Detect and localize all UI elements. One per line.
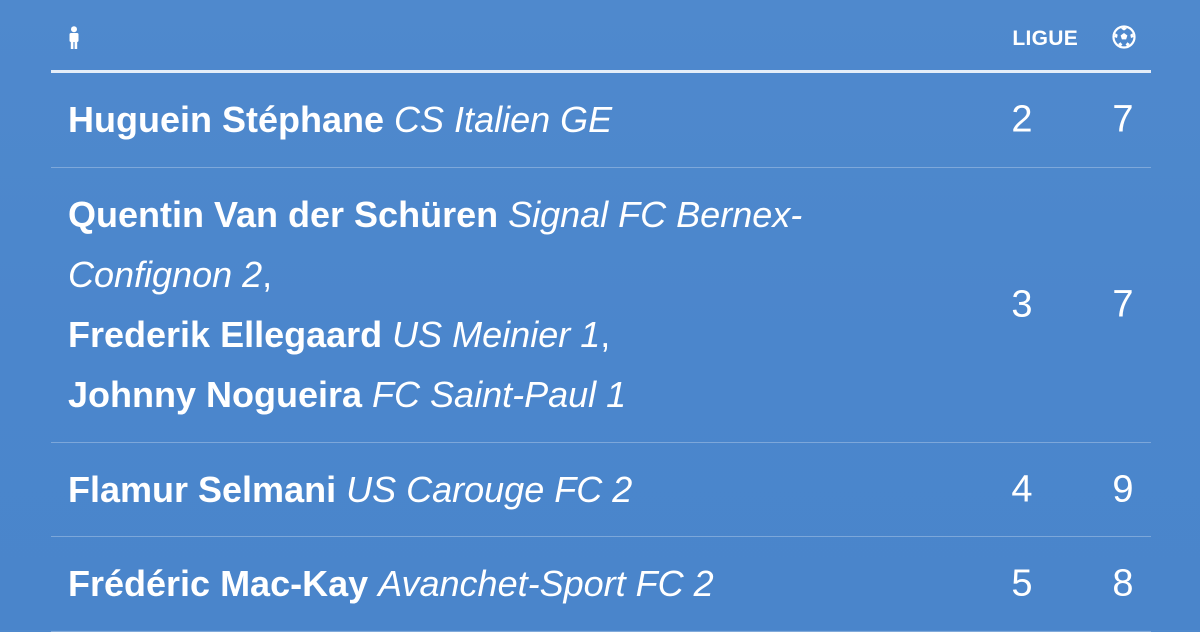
table-row: Frédéric Mac-Kay Avanchet-Sport FC 2 5 8	[51, 537, 1151, 632]
ligue-value: 3	[1011, 283, 1033, 326]
player-name: Huguein Stéphane	[68, 99, 385, 140]
player-club: US Meinier 1	[392, 314, 601, 355]
player-name: Flamur Selmani	[68, 468, 337, 510]
player-entry: Johnny Nogueira FC Saint-Paul 1	[68, 365, 888, 425]
ligue-value: 2	[1011, 98, 1033, 141]
goals-value: 7	[1112, 98, 1134, 141]
player-club: FC Saint-Paul 1	[372, 374, 627, 415]
player-name: Frederik Ellegaard	[68, 314, 383, 355]
entry-separator: ,	[600, 314, 611, 355]
table-body: Huguein Stéphane CS Italien GE 2 7 Quentin …	[51, 73, 1151, 632]
soccer-ball-icon	[1112, 25, 1136, 49]
players-cell: Flamur Selmani US Carouge FC 2	[51, 460, 888, 520]
player-name: Quentin Van der Schüren	[68, 194, 499, 235]
table-row: Flamur Selmani US Carouge FC 2 4 9	[51, 443, 1151, 537]
scorers-table: LIGUE Huguein Stéphane CS Italien GE 2 7 Qu…	[51, 0, 1151, 632]
ligue-value: 4	[1011, 468, 1033, 510]
player-name: Frédéric Mac-Kay	[68, 563, 369, 604]
table-header: LIGUE	[51, 0, 1151, 73]
goals-value: 8	[1112, 562, 1134, 605]
entry-separator: ,	[262, 254, 273, 295]
table-row: Quentin Van der Schüren Signal FC Bernex…	[51, 168, 1151, 443]
player-entry: Flamur Selmani US Carouge FC 2	[68, 460, 888, 520]
players-cell: Frédéric Mac-Kay Avanchet-Sport FC 2	[51, 554, 888, 614]
players-cell: Quentin Van der Schüren Signal FC Bernex…	[51, 185, 888, 425]
ligue-column-header: LIGUE	[1012, 27, 1078, 50]
player-entry: Quentin Van der Schüren Signal FC Bernex…	[68, 185, 888, 305]
table-row: Huguein Stéphane CS Italien GE 2 7	[51, 73, 1151, 168]
goals-value: 9	[1112, 468, 1134, 510]
player-club: US Carouge FC 2	[346, 468, 633, 510]
player-club: Avanchet-Sport FC 2	[378, 563, 714, 604]
player-name: Johnny Nogueira	[68, 374, 363, 415]
person-icon	[69, 26, 79, 49]
ligue-value: 5	[1011, 562, 1033, 605]
player-entry: Huguein Stéphane CS Italien GE	[68, 90, 888, 150]
player-entry: Frédéric Mac-Kay Avanchet-Sport FC 2	[68, 554, 888, 614]
player-entry: Frederik Ellegaard US Meinier 1,	[68, 305, 888, 365]
goals-value: 7	[1112, 283, 1134, 326]
players-cell: Huguein Stéphane CS Italien GE	[51, 90, 888, 150]
player-club: CS Italien GE	[394, 99, 613, 140]
